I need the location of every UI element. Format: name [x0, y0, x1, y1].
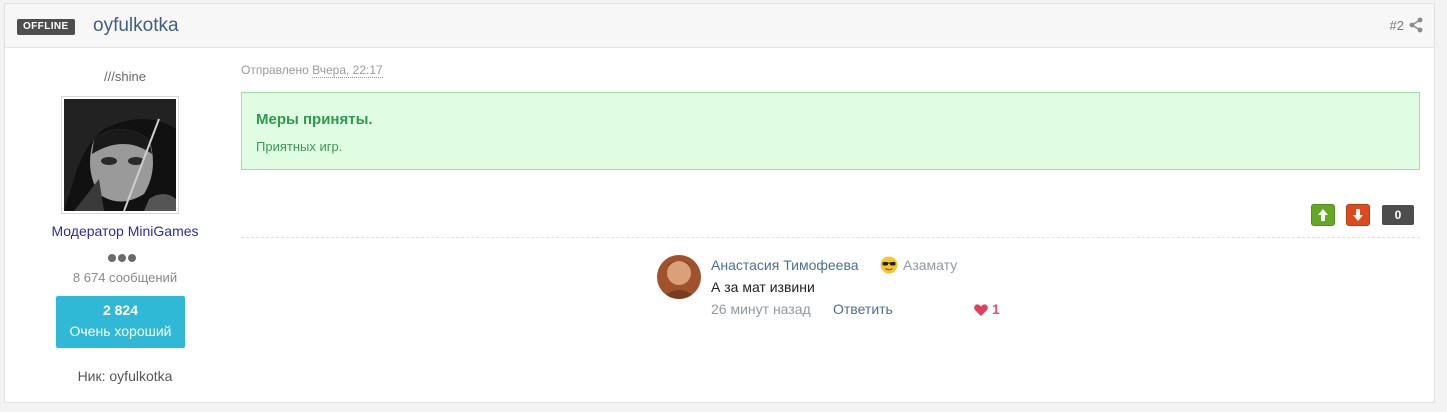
embedded-comment: Анастасия Тимофеева Азамату А за мат изв…: [649, 251, 1009, 327]
reply-to-name[interactable]: Азамату: [903, 257, 957, 273]
avatar[interactable]: [61, 96, 179, 214]
post-count: 8 674 сообщений: [72, 270, 178, 285]
heart-icon[interactable]: [974, 304, 988, 316]
notice-text: Приятных игр.: [256, 139, 343, 154]
sent-date: Вчера, 22:17: [312, 63, 383, 78]
rank-pip: [128, 254, 136, 262]
arrow-up-icon: [1318, 209, 1328, 221]
like-count: 1: [992, 301, 1000, 317]
rank-pips: [108, 249, 142, 262]
share-icon[interactable]: [1409, 17, 1423, 33]
status-badge: OFFLINE: [17, 19, 75, 35]
group-name: Модератор MiniGames: [51, 223, 199, 239]
post-number-link[interactable]: #2: [1390, 18, 1404, 33]
post-header: OFFLINE oyfulkotka #2: [5, 4, 1434, 48]
reputation-badge[interactable]: 2 824 Очень хороший: [56, 296, 185, 348]
moderation-notice: Меры приняты. Приятных игр.: [241, 92, 1420, 170]
author-panel: ///shine Модератор MiniGames 8 674 сообщ…: [25, 48, 225, 400]
forum-post: OFFLINE oyfulkotka #2 ///shine Модератор…: [4, 3, 1435, 403]
comment-text: А за мат извини: [711, 279, 815, 295]
commenter-avatar[interactable]: [657, 255, 701, 299]
post-body: Отправлено Вчера, 22:17 Меры приняты. Пр…: [241, 48, 1421, 400]
nickname: Ник: oyfulkotka: [77, 368, 173, 384]
notice-title: Меры приняты.: [256, 111, 373, 128]
reply-link[interactable]: Ответить: [833, 301, 893, 317]
sent-prefix: Отправлено: [241, 63, 309, 77]
reputation-score: 0: [1382, 205, 1414, 225]
author-name-link[interactable]: oyfulkotka: [93, 15, 179, 37]
sunglasses-emoji-icon: [880, 256, 898, 274]
vote-up-button[interactable]: [1311, 204, 1335, 226]
commenter-name[interactable]: Анастасия Тимофеева: [711, 257, 859, 273]
rank-pip: [118, 254, 126, 262]
member-title: ///shine: [104, 69, 146, 84]
commenter-avatar-image: [657, 255, 701, 299]
arrow-down-icon: [1353, 209, 1363, 221]
post-date-line: Отправлено Вчера, 22:17: [241, 63, 383, 78]
reputation-value: 2 824: [102, 302, 139, 318]
avatar-image[interactable]: [64, 99, 176, 211]
divider: [241, 237, 1420, 238]
comment-time[interactable]: 26 минут назад: [711, 301, 811, 317]
rank-pip: [108, 254, 116, 262]
reputation-label: Очень хороший: [69, 323, 172, 339]
vote-down-button[interactable]: [1346, 204, 1370, 226]
